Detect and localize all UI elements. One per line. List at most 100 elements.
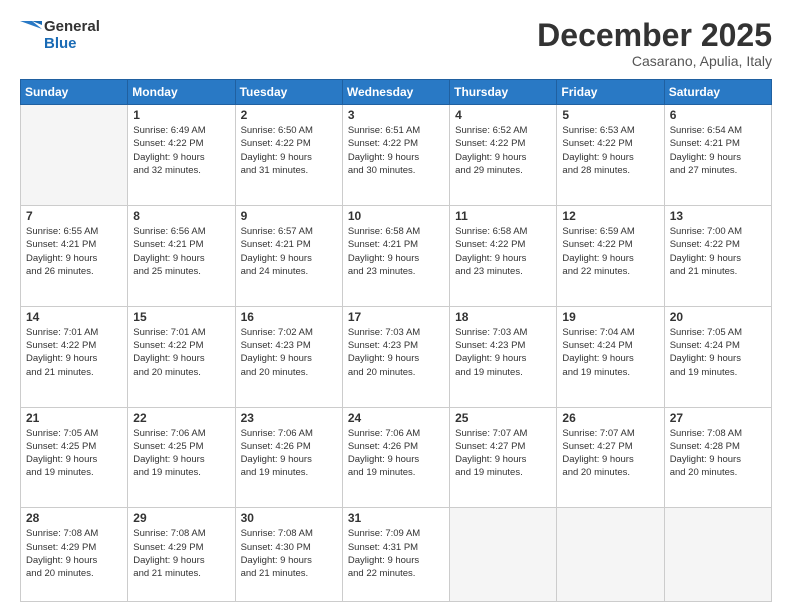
day-number: 16 xyxy=(241,310,337,324)
day-info: Sunrise: 6:58 AMSunset: 4:21 PMDaylight:… xyxy=(348,225,444,278)
calendar-cell xyxy=(557,508,664,602)
weekday-header-sunday: Sunday xyxy=(21,80,128,105)
day-info: Sunrise: 7:08 AMSunset: 4:29 PMDaylight:… xyxy=(133,527,229,580)
calendar-cell: 16 Sunrise: 7:02 AMSunset: 4:23 PMDayligh… xyxy=(235,306,342,407)
day-number: 5 xyxy=(562,108,658,122)
day-info: Sunrise: 6:50 AMSunset: 4:22 PMDaylight:… xyxy=(241,124,337,177)
day-info: Sunrise: 7:07 AMSunset: 4:27 PMDaylight:… xyxy=(562,427,658,480)
logo-container: General Blue xyxy=(20,18,100,53)
day-info: Sunrise: 6:51 AMSunset: 4:22 PMDaylight:… xyxy=(348,124,444,177)
day-info: Sunrise: 6:52 AMSunset: 4:22 PMDaylight:… xyxy=(455,124,551,177)
location-subtitle: Casarano, Apulia, Italy xyxy=(537,53,772,69)
day-number: 2 xyxy=(241,108,337,122)
calendar-cell: 27 Sunrise: 7:08 AMSunset: 4:28 PMDayligh… xyxy=(664,407,771,508)
title-block: December 2025 Casarano, Apulia, Italy xyxy=(537,18,772,69)
day-info: Sunrise: 7:08 AMSunset: 4:28 PMDaylight:… xyxy=(670,427,766,480)
day-info: Sunrise: 7:06 AMSunset: 4:26 PMDaylight:… xyxy=(241,427,337,480)
logo: General Blue xyxy=(20,18,100,53)
calendar-cell xyxy=(664,508,771,602)
calendar-cell: 9 Sunrise: 6:57 AMSunset: 4:21 PMDaylight… xyxy=(235,205,342,306)
calendar-cell: 25Sunrise: 7:07 AMSunset: 4:27 PMDayligh… xyxy=(450,407,557,508)
month-title: December 2025 xyxy=(537,18,772,53)
calendar-cell xyxy=(450,508,557,602)
day-info: Sunrise: 6:49 AMSunset: 4:22 PMDaylight:… xyxy=(133,124,229,177)
day-info: Sunrise: 6:58 AMSunset: 4:22 PMDaylight:… xyxy=(455,225,551,278)
day-number: 1 xyxy=(133,108,229,122)
day-number: 6 xyxy=(670,108,766,122)
day-info: Sunrise: 7:02 AMSunset: 4:23 PMDaylight:… xyxy=(241,326,337,379)
calendar-cell xyxy=(21,105,128,206)
day-number: 7 xyxy=(26,209,122,223)
logo-general: General xyxy=(44,18,100,35)
day-info: Sunrise: 6:54 AMSunset: 4:21 PMDaylight:… xyxy=(670,124,766,177)
weekday-header-monday: Monday xyxy=(128,80,235,105)
day-info: Sunrise: 6:53 AMSunset: 4:22 PMDaylight:… xyxy=(562,124,658,177)
day-number: 18 xyxy=(455,310,551,324)
calendar-cell: 28Sunrise: 7:08 AMSunset: 4:29 PMDayligh… xyxy=(21,508,128,602)
day-number: 27 xyxy=(670,411,766,425)
calendar-cell: 17 Sunrise: 7:03 AMSunset: 4:23 PMDayligh… xyxy=(342,306,449,407)
week-row-2: 7 Sunrise: 6:55 AMSunset: 4:21 PMDaylight… xyxy=(21,205,772,306)
day-info: Sunrise: 6:57 AMSunset: 4:21 PMDaylight:… xyxy=(241,225,337,278)
day-number: 26 xyxy=(562,411,658,425)
day-number: 17 xyxy=(348,310,444,324)
calendar-cell: 5 Sunrise: 6:53 AMSunset: 4:22 PMDaylight… xyxy=(557,105,664,206)
calendar-cell: 30 Sunrise: 7:08 AMSunset: 4:30 PMDayligh… xyxy=(235,508,342,602)
day-info: Sunrise: 7:09 AMSunset: 4:31 PMDaylight:… xyxy=(348,527,444,580)
logo-blue: Blue xyxy=(44,35,100,52)
day-number: 30 xyxy=(241,511,337,525)
day-number: 15 xyxy=(133,310,229,324)
calendar-cell: 29 Sunrise: 7:08 AMSunset: 4:29 PMDayligh… xyxy=(128,508,235,602)
calendar-cell: 14Sunrise: 7:01 AMSunset: 4:22 PMDayligh… xyxy=(21,306,128,407)
weekday-header-row: SundayMondayTuesdayWednesdayThursdayFrid… xyxy=(21,80,772,105)
day-number: 21 xyxy=(26,411,122,425)
calendar-cell: 2 Sunrise: 6:50 AMSunset: 4:22 PMDaylight… xyxy=(235,105,342,206)
week-row-4: 21 Sunrise: 7:05 AMSunset: 4:25 PMDayligh… xyxy=(21,407,772,508)
calendar-cell: 8 Sunrise: 6:56 AMSunset: 4:21 PMDaylight… xyxy=(128,205,235,306)
calendar-cell: 18Sunrise: 7:03 AMSunset: 4:23 PMDayligh… xyxy=(450,306,557,407)
week-row-3: 14Sunrise: 7:01 AMSunset: 4:22 PMDayligh… xyxy=(21,306,772,407)
day-number: 31 xyxy=(348,511,444,525)
day-number: 12 xyxy=(562,209,658,223)
day-number: 28 xyxy=(26,511,122,525)
day-info: Sunrise: 7:05 AMSunset: 4:25 PMDaylight:… xyxy=(26,427,122,480)
calendar-cell: 20Sunrise: 7:05 AMSunset: 4:24 PMDayligh… xyxy=(664,306,771,407)
calendar-cell: 15Sunrise: 7:01 AMSunset: 4:22 PMDayligh… xyxy=(128,306,235,407)
day-number: 8 xyxy=(133,209,229,223)
day-number: 13 xyxy=(670,209,766,223)
day-number: 20 xyxy=(670,310,766,324)
calendar-cell: 26 Sunrise: 7:07 AMSunset: 4:27 PMDayligh… xyxy=(557,407,664,508)
day-number: 14 xyxy=(26,310,122,324)
calendar-cell: 13Sunrise: 7:00 AMSunset: 4:22 PMDayligh… xyxy=(664,205,771,306)
weekday-header-thursday: Thursday xyxy=(450,80,557,105)
day-info: Sunrise: 7:03 AMSunset: 4:23 PMDaylight:… xyxy=(348,326,444,379)
page: General Blue December 2025 Casarano, Apu… xyxy=(0,0,792,612)
calendar-cell: 21 Sunrise: 7:05 AMSunset: 4:25 PMDayligh… xyxy=(21,407,128,508)
calendar-cell: 7 Sunrise: 6:55 AMSunset: 4:21 PMDaylight… xyxy=(21,205,128,306)
day-number: 25 xyxy=(455,411,551,425)
day-info: Sunrise: 7:06 AMSunset: 4:25 PMDaylight:… xyxy=(133,427,229,480)
header: General Blue December 2025 Casarano, Apu… xyxy=(20,18,772,69)
calendar-cell: 10Sunrise: 6:58 AMSunset: 4:21 PMDayligh… xyxy=(342,205,449,306)
week-row-5: 28 Sunrise: 7:08 AMSunset: 4:29 PMDayligh… xyxy=(21,508,772,602)
day-number: 23 xyxy=(241,411,337,425)
calendar-cell: 24 Sunrise: 7:06 AMSunset: 4:26 PMDayligh… xyxy=(342,407,449,508)
day-number: 24 xyxy=(348,411,444,425)
day-number: 11 xyxy=(455,209,551,223)
day-info: Sunrise: 6:56 AMSunset: 4:21 PMDaylight:… xyxy=(133,225,229,278)
calendar-cell: 31 Sunrise: 7:09 AMSunset: 4:31 PMDayligh… xyxy=(342,508,449,602)
day-info: Sunrise: 7:06 AMSunset: 4:26 PMDaylight:… xyxy=(348,427,444,480)
logo-triangle-icon xyxy=(20,21,42,49)
day-info: Sunrise: 7:08 AMSunset: 4:30 PMDaylight:… xyxy=(241,527,337,580)
day-number: 19 xyxy=(562,310,658,324)
day-number: 9 xyxy=(241,209,337,223)
day-info: Sunrise: 6:55 AMSunset: 4:21 PMDaylight:… xyxy=(26,225,122,278)
calendar-cell: 23 Sunrise: 7:06 AMSunset: 4:26 PMDayligh… xyxy=(235,407,342,508)
week-row-1: 1 Sunrise: 6:49 AMSunset: 4:22 PMDaylight… xyxy=(21,105,772,206)
calendar-cell: 19Sunrise: 7:04 AMSunset: 4:24 PMDayligh… xyxy=(557,306,664,407)
calendar-cell: 22Sunrise: 7:06 AMSunset: 4:25 PMDayligh… xyxy=(128,407,235,508)
weekday-header-tuesday: Tuesday xyxy=(235,80,342,105)
calendar-cell: 12Sunrise: 6:59 AMSunset: 4:22 PMDayligh… xyxy=(557,205,664,306)
calendar-cell: 11 Sunrise: 6:58 AMSunset: 4:22 PMDayligh… xyxy=(450,205,557,306)
day-number: 29 xyxy=(133,511,229,525)
